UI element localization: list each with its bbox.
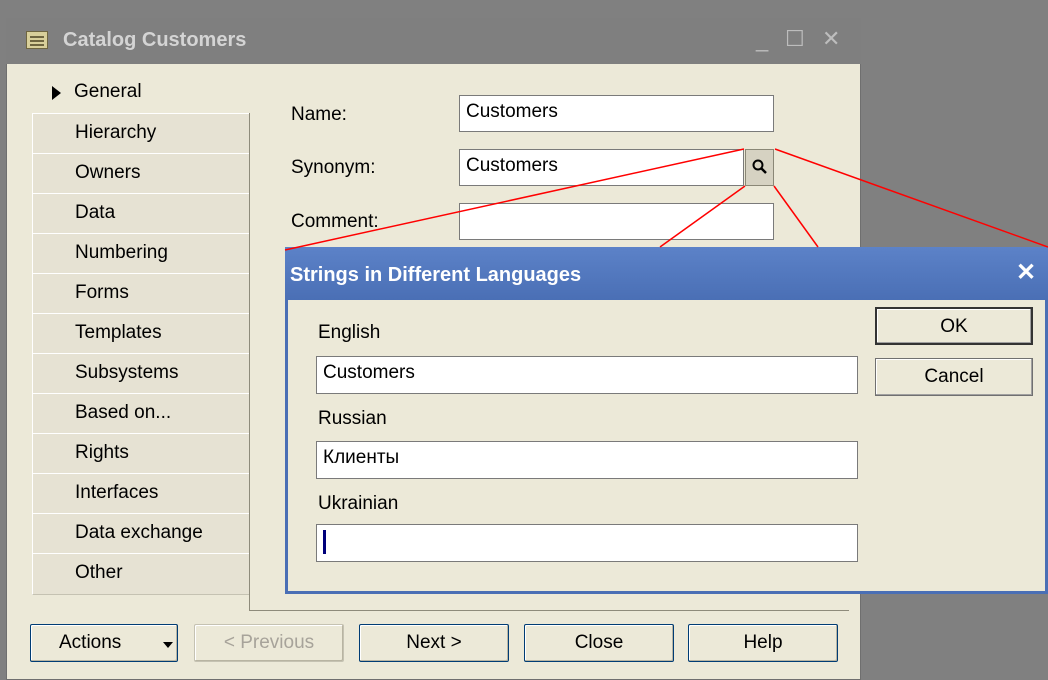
callout-line (774, 148, 1048, 248)
callout-line (659, 185, 746, 248)
callout-line (773, 185, 819, 248)
callout-lines (284, 148, 1048, 251)
callout-line (284, 148, 745, 251)
